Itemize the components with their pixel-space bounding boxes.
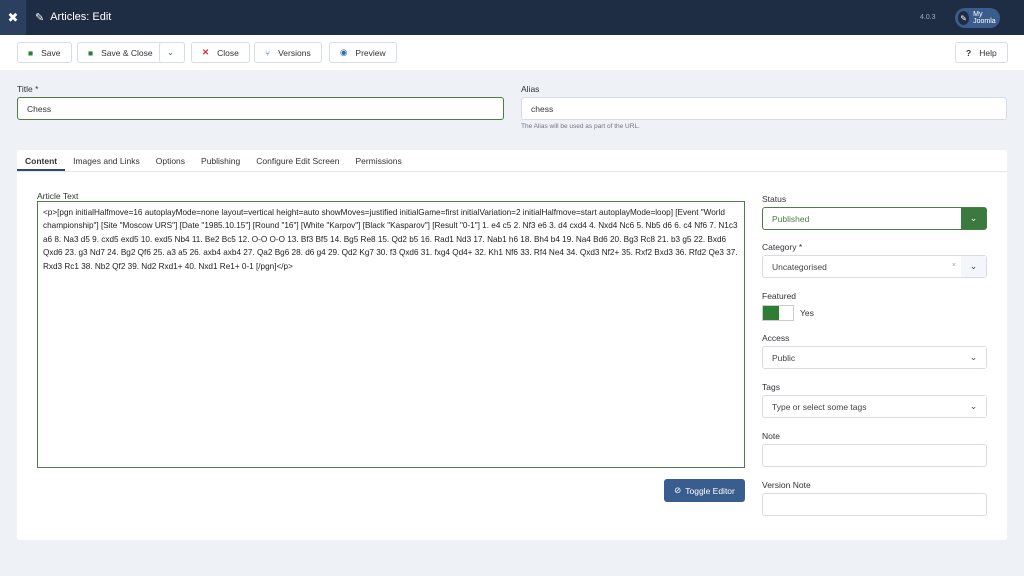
my-joomla-label: My Joomla bbox=[973, 11, 996, 25]
tab-publishing[interactable]: Publishing bbox=[193, 150, 248, 171]
status-select[interactable]: Published ⌄ bbox=[762, 207, 987, 230]
status-label: Status bbox=[762, 194, 787, 204]
help-button[interactable]: ? Help bbox=[955, 42, 1008, 63]
save-icon: ■ bbox=[28, 47, 34, 58]
featured-toggle[interactable] bbox=[762, 305, 794, 321]
my-joomla-button[interactable]: ✎ My Joomla bbox=[955, 8, 1000, 28]
chevron-down-icon: ⌄ bbox=[961, 347, 986, 368]
chevron-down-icon: ⌄ bbox=[961, 396, 986, 417]
version-label: 4.0.3 bbox=[920, 14, 936, 21]
close-button[interactable]: ✕ Close bbox=[191, 42, 250, 63]
save-label: Save bbox=[41, 47, 61, 58]
tab-options[interactable]: Options bbox=[148, 150, 193, 171]
access-label: Access bbox=[762, 333, 790, 343]
toggle-editor-button[interactable]: ⊘ Toggle Editor bbox=[664, 479, 745, 502]
joomla-logo-icon[interactable]: ✖ bbox=[0, 0, 26, 35]
tab-permissions[interactable]: Permissions bbox=[347, 150, 409, 171]
external-edit-icon: ✎ bbox=[958, 11, 970, 25]
versions-button[interactable]: ⑂ Versions bbox=[254, 42, 322, 63]
featured-label: Featured bbox=[762, 291, 797, 301]
save-close-label: Save & Close bbox=[101, 47, 153, 58]
status-value: Published bbox=[772, 214, 810, 224]
tab-bar: Content Images and Links Options Publish… bbox=[17, 150, 1007, 172]
tags-placeholder: Type or select some tags bbox=[772, 402, 867, 412]
preview-button[interactable]: ◉ Preview bbox=[329, 42, 397, 63]
article-text-label: Article Text bbox=[37, 191, 79, 201]
alias-help: The Alias will be used as part of the UR… bbox=[521, 123, 640, 130]
access-value: Public bbox=[772, 353, 796, 363]
alias-input[interactable]: chess bbox=[521, 97, 1007, 120]
title-label: Title * bbox=[17, 84, 39, 94]
top-bar: ✖ ✎ Articles: Edit 4.0.3 ✎ My Joomla bbox=[0, 0, 1024, 35]
save-icon: ■ bbox=[88, 47, 94, 58]
featured-value: Yes bbox=[800, 308, 814, 318]
clear-icon[interactable]: × bbox=[952, 262, 956, 269]
category-label: Category * bbox=[762, 242, 803, 252]
tab-images-links[interactable]: Images and Links bbox=[65, 150, 148, 171]
tab-content[interactable]: Content bbox=[17, 150, 66, 171]
article-text-editor[interactable]: <p>[pgn initialHalfmove=16 autoplayMode=… bbox=[37, 201, 745, 468]
question-icon: ? bbox=[966, 47, 972, 58]
chevron-down-icon: ⌄ bbox=[167, 47, 175, 57]
edit-panel: Content Images and Links Options Publish… bbox=[17, 150, 1007, 540]
category-value: Uncategorised bbox=[772, 262, 827, 272]
versions-label: Versions bbox=[278, 47, 311, 58]
toggle-editor-label: Toggle Editor bbox=[685, 485, 735, 496]
category-select[interactable]: Uncategorised × ⌄ bbox=[762, 255, 987, 278]
eye-icon: ◉ bbox=[340, 47, 348, 57]
save-dropdown-toggle[interactable]: ⌄ bbox=[159, 42, 185, 63]
eye-slash-icon: ⊘ bbox=[674, 485, 682, 495]
chevron-down-icon: ⌄ bbox=[961, 256, 986, 277]
tab-configure-edit-screen[interactable]: Configure Edit Screen bbox=[248, 150, 347, 171]
note-label: Note bbox=[762, 431, 780, 441]
chevron-down-icon: ⌄ bbox=[961, 208, 986, 229]
version-note-input[interactable] bbox=[762, 493, 987, 516]
note-input[interactable] bbox=[762, 444, 987, 467]
tags-input[interactable]: Type or select some tags ⌄ bbox=[762, 395, 987, 418]
version-note-label: Version Note bbox=[762, 480, 811, 490]
alias-label: Alias bbox=[521, 84, 540, 94]
close-label: Close bbox=[217, 47, 239, 58]
toolbar: ■ Save ■ Save & Close ⌄ ✕ Close ⑂ Versions ◉… bbox=[0, 35, 1024, 70]
close-icon: ✕ bbox=[202, 47, 210, 57]
help-label: Help bbox=[979, 47, 997, 58]
branch-icon: ⑂ bbox=[265, 47, 271, 58]
tags-label: Tags bbox=[762, 382, 780, 392]
save-button[interactable]: ■ Save bbox=[17, 42, 72, 63]
pencil-icon: ✎ bbox=[35, 12, 45, 24]
page-title: Articles: Edit bbox=[50, 11, 112, 23]
preview-label: Preview bbox=[355, 47, 386, 58]
access-select[interactable]: Public ⌄ bbox=[762, 346, 987, 369]
title-input[interactable]: Chess bbox=[17, 97, 504, 120]
